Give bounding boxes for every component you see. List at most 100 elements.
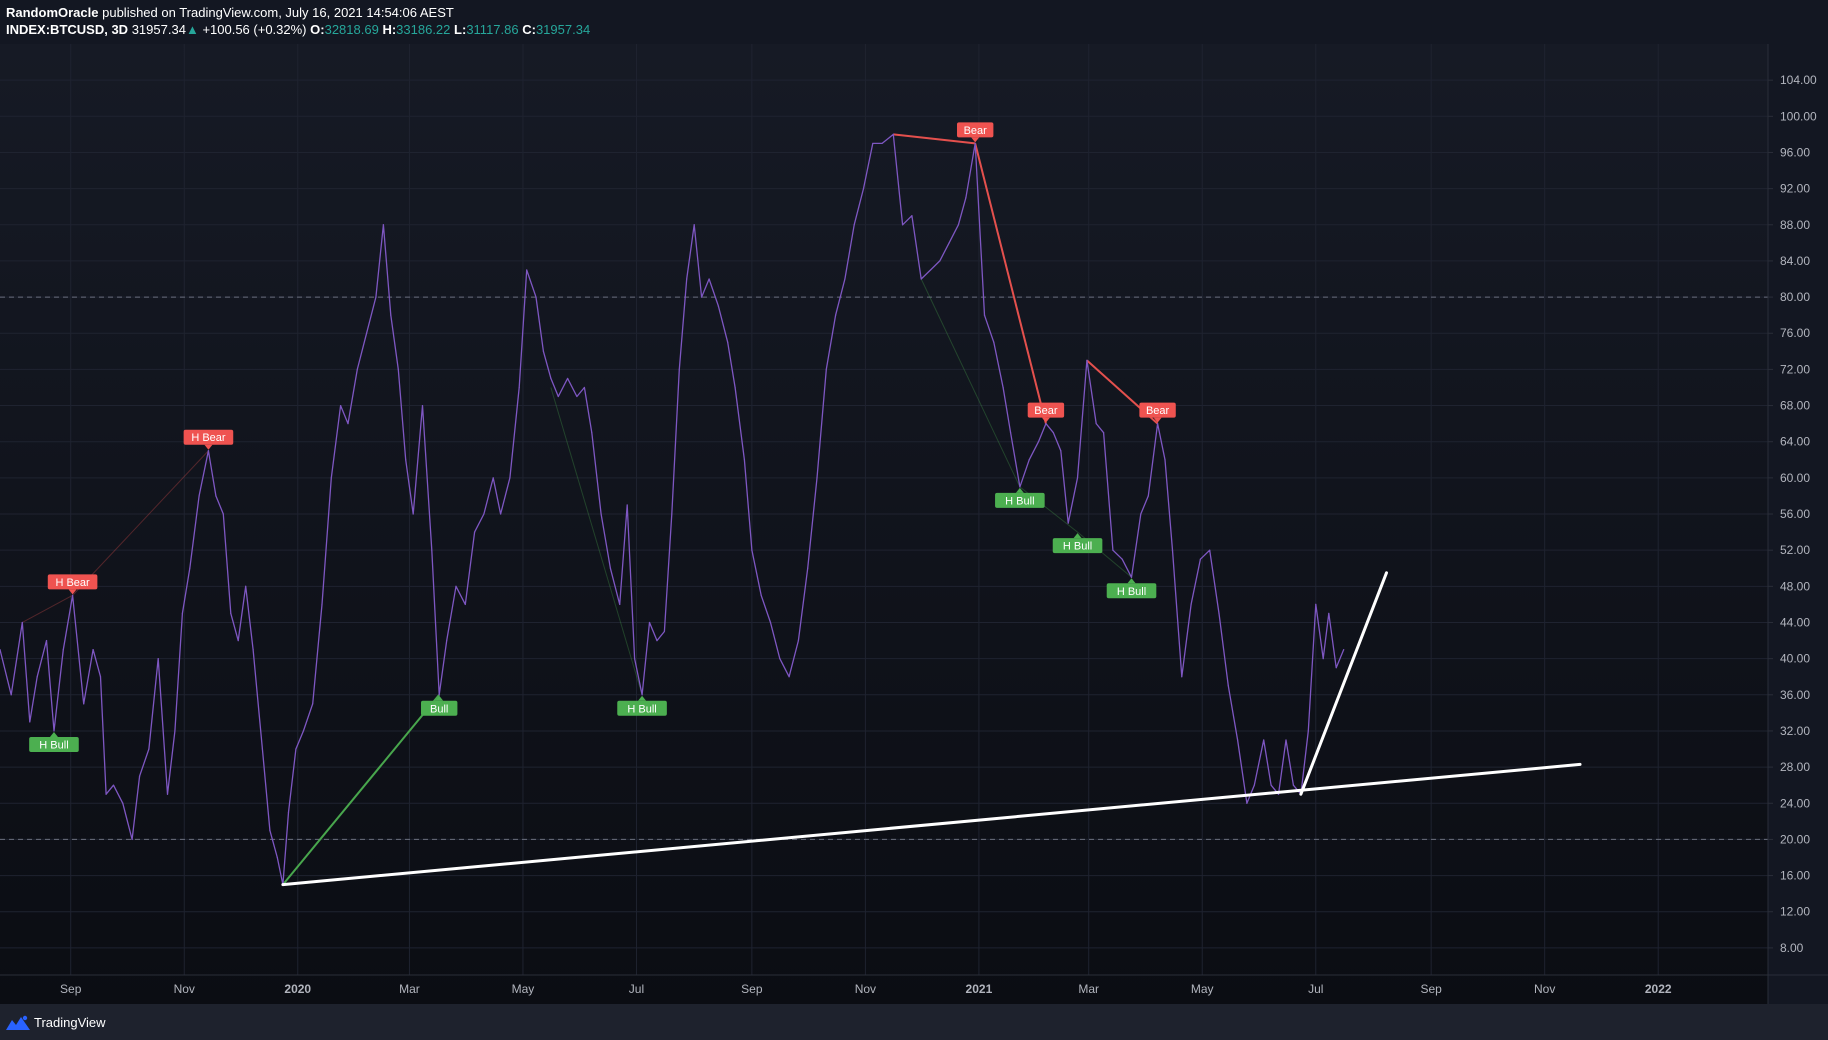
- rsi-point: [1037, 441, 1040, 443]
- time-tick-label: Sep: [741, 982, 763, 996]
- price-tick-label: 64.00: [1780, 435, 1810, 449]
- price-tick-label: 32.00: [1780, 724, 1810, 738]
- rsi-point: [807, 567, 809, 569]
- rsi-point: [446, 639, 448, 642]
- rsi-point: [83, 703, 85, 705]
- high-value: 33186.22: [396, 22, 451, 37]
- rsi-point: [1270, 784, 1272, 786]
- brand-label[interactable]: TradingView: [34, 1015, 106, 1030]
- high-label: H:: [382, 22, 397, 37]
- rsi-point: [797, 639, 799, 642]
- price-tick-label: 48.00: [1780, 579, 1810, 593]
- rsi-point: [483, 513, 485, 515]
- rsi-point: [609, 567, 612, 569]
- rsi-point: [751, 549, 753, 551]
- rsi-chart[interactable]: H Bear H Bear H Bull Bull H Bull Bear Bear H Bu…: [0, 0, 1828, 1004]
- rsi-point: [974, 142, 976, 145]
- rsi-point: [500, 513, 502, 515]
- time-tick-label: Nov: [174, 982, 195, 996]
- rsi-point: [492, 477, 494, 479]
- rsi-point: [743, 459, 746, 461]
- price-tick-label: 88.00: [1780, 218, 1810, 232]
- rsi-point: [1253, 784, 1255, 786]
- rsi-point: [902, 224, 904, 226]
- label-text: H Bull: [1005, 495, 1034, 507]
- rsi-point: [1112, 549, 1114, 551]
- rsi-point: [779, 658, 781, 660]
- rsi-point: [509, 477, 511, 479]
- rsi-point: [1199, 558, 1201, 560]
- rsi-point: [62, 649, 64, 651]
- price-tick-label: 40.00: [1780, 652, 1810, 666]
- price-tick-label: 44.00: [1780, 615, 1810, 629]
- rsi-point: [356, 368, 358, 370]
- price-tick-label: 28.00: [1780, 760, 1810, 774]
- rsi-point: [287, 811, 290, 813]
- rsi-point: [230, 612, 232, 615]
- rsi-point: [366, 332, 368, 334]
- close-label: C:: [522, 22, 536, 37]
- rsi-point: [138, 775, 141, 777]
- label-text: Bear: [964, 125, 988, 137]
- tradingview-logo-icon[interactable]: [6, 1014, 30, 1030]
- rsi-point: [215, 495, 217, 497]
- rsi-point: [1171, 549, 1174, 551]
- price-tick-label: 96.00: [1780, 145, 1810, 159]
- rsi-point: [181, 612, 183, 615]
- rsi-point: [421, 404, 424, 407]
- rsi-point: [1181, 676, 1183, 678]
- rsi-point: [550, 377, 552, 380]
- rsi-point: [993, 341, 995, 343]
- close-value: 31957.34: [535, 22, 591, 37]
- rsi-point: [1328, 612, 1330, 615]
- time-axis[interactable]: Sep Nov 2020 Mar May Jul Sep Nov 2021 Mar May Jul Se…: [60, 982, 1672, 996]
- rsi-point: [1147, 495, 1149, 497]
- rsi-point: [276, 856, 278, 859]
- rsi-point: [302, 730, 304, 732]
- rsi-point: [948, 242, 950, 244]
- rsi-point: [261, 748, 264, 750]
- rsi-point: [1086, 359, 1088, 361]
- footer-bar: TradingView: [0, 1004, 1828, 1040]
- rsi-point: [237, 639, 239, 642]
- price-tick-label: 56.00: [1780, 507, 1810, 521]
- symbol-name[interactable]: INDEX:BTCUSD, 3D: [6, 22, 128, 37]
- rsi-point: [112, 784, 115, 786]
- price-axis[interactable]: 8.00 12.00 16.00 20.00 24.00 28.00 32.00 36.00 4…: [1768, 73, 1817, 955]
- rsi-point: [375, 296, 377, 298]
- rsi-point: [1121, 558, 1123, 560]
- rsi-point: [853, 224, 855, 226]
- rsi-point: [464, 603, 466, 606]
- rsi-point: [518, 386, 520, 389]
- rsi-point: [252, 649, 254, 651]
- rsi-point: [678, 368, 680, 370]
- rsi-point: [339, 404, 342, 407]
- label-text: H Bull: [39, 739, 68, 751]
- rsi-point: [1190, 603, 1192, 606]
- price-tick-label: 12.00: [1780, 905, 1810, 919]
- rsi-point: [1009, 432, 1012, 434]
- rsi-point: [769, 621, 772, 624]
- label-text: H Bear: [55, 577, 90, 589]
- rsi-point: [835, 314, 837, 316]
- rsi-point: [157, 658, 159, 660]
- rsi-point: [862, 188, 865, 190]
- rsi-point: [312, 703, 314, 705]
- rsi-point: [526, 269, 528, 271]
- rsi-point: [245, 585, 247, 587]
- rsi-point: [1067, 522, 1069, 524]
- author-name[interactable]: RandomOracle: [6, 5, 98, 20]
- rsi-point: [198, 495, 200, 497]
- time-tick-label: May: [1191, 982, 1214, 996]
- rsi-point: [36, 676, 38, 678]
- rsi-point: [105, 793, 107, 795]
- rsi-point: [634, 658, 636, 660]
- rsi-point: [1130, 576, 1133, 578]
- price-tick-label: 16.00: [1780, 869, 1810, 883]
- price-tick-label: 84.00: [1780, 254, 1810, 268]
- label-text: Bear: [1034, 405, 1058, 417]
- price-tick-label: 8.00: [1780, 941, 1804, 955]
- rsi-point: [844, 278, 846, 280]
- rsi-point: [1103, 432, 1105, 434]
- rsi-point: [872, 142, 874, 145]
